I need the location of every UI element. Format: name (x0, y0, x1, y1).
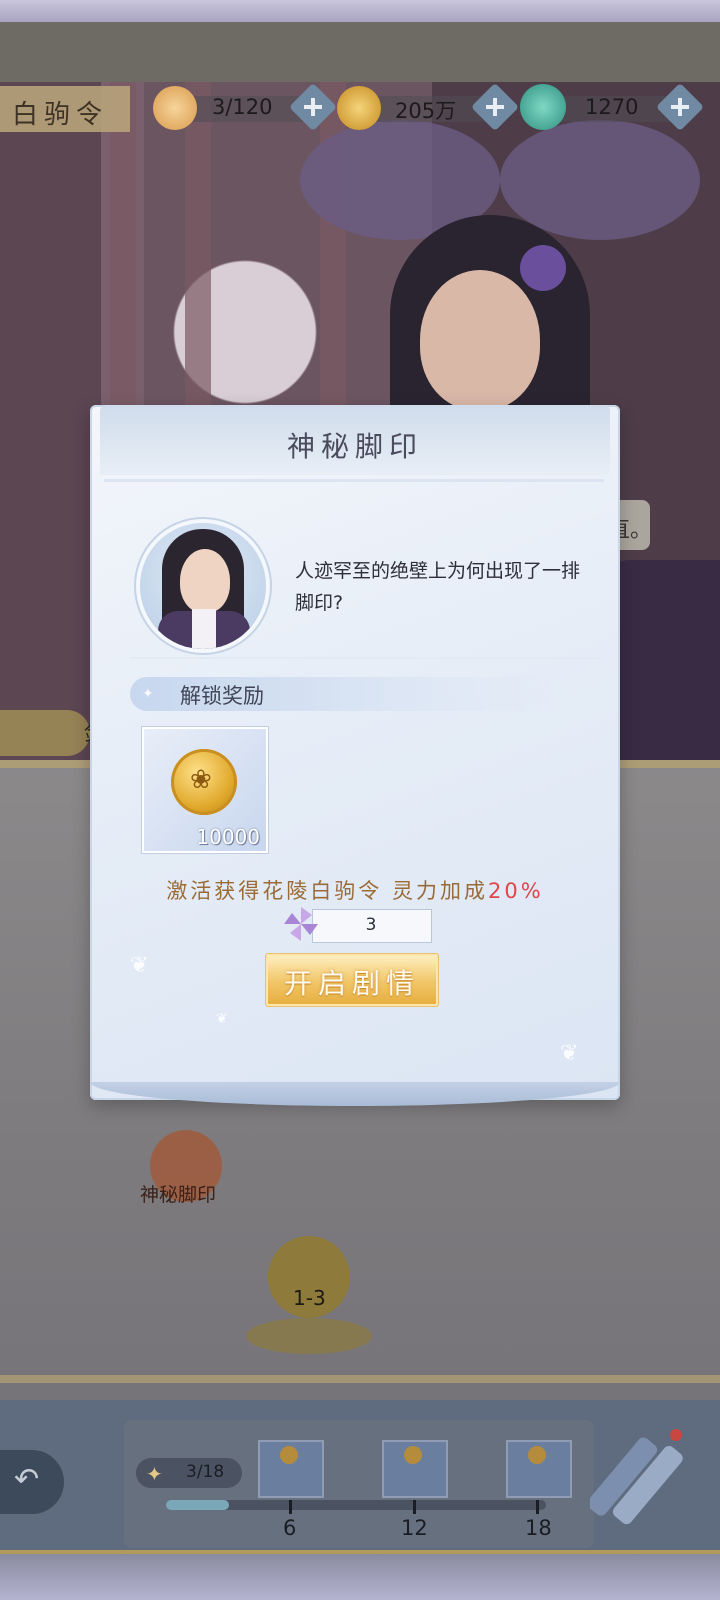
section-divider (130, 657, 600, 659)
effect-text: 激活获得花陵白驹令 灵力加成 (166, 879, 488, 903)
jade-value: 1270 (585, 95, 639, 119)
progress-count: 3/18 (186, 1462, 225, 1482)
side-badge[interactable] (0, 710, 90, 756)
start-story-label: 开启剧情 (283, 967, 420, 1000)
cat-stamina-icon (153, 86, 197, 130)
character-portrait (140, 523, 266, 649)
stamina-value: 3/120 (212, 95, 273, 119)
star-icon: ✦ (146, 1462, 163, 1486)
bottom-frame (0, 1550, 720, 1600)
butterfly-icon: ❦ (130, 953, 149, 978)
effect-percent: 20% (488, 879, 544, 903)
paw-coin-icon (337, 86, 381, 130)
butterfly-icon: ❦ (216, 1011, 228, 1027)
progress-tick (536, 1500, 539, 1514)
story-title-tag: 白驹令 (0, 86, 130, 132)
chest-lock-icon (528, 1446, 546, 1464)
reward-item[interactable]: ❀ 10000 (142, 727, 268, 853)
story-description: 人迹罕至的绝壁上为何出现了一排脚印? (295, 560, 581, 614)
sparkle-icon: ✦ (142, 686, 154, 702)
reward-quantity: 10000 (196, 825, 260, 849)
character-face (420, 270, 540, 410)
chest-lock-icon (280, 1446, 298, 1464)
stage-label: 1-3 (293, 1286, 326, 1310)
cost-value: 3 (365, 915, 377, 935)
scroll-icon[interactable] (590, 1425, 690, 1545)
coins-value: 205万 (395, 99, 457, 123)
progress-tick-label: 18 (525, 1516, 552, 1540)
start-story-button[interactable]: 开启剧情 (265, 953, 439, 1007)
jade-dragon-icon (520, 84, 566, 130)
wisteria-decoration (500, 120, 700, 240)
section-title: 解锁奖励 (180, 684, 264, 708)
portrait-face (180, 549, 230, 613)
progress-tick-label: 6 (283, 1516, 297, 1540)
chest-lock-icon (404, 1446, 422, 1464)
title-divider (104, 479, 604, 482)
divider (0, 1375, 720, 1383)
story-node-label: 神秘脚印 (140, 1184, 217, 1206)
progress-tick (289, 1500, 292, 1514)
flower-hairpin-icon (520, 245, 566, 291)
story-unlock-dialog: 神秘脚印 人迹罕至的绝壁上为何出现了一排脚印? ✦ 解锁奖励 ❀ 10000 激… (90, 405, 620, 1106)
butterfly-icon: ❦ (560, 1041, 579, 1066)
back-arrow-icon: ↶ (14, 1462, 40, 1497)
paw-coin-icon: ❀ (171, 749, 237, 815)
stage-pedestal (246, 1318, 372, 1354)
back-button[interactable]: ↶ (0, 1450, 64, 1514)
pinwheel-icon (284, 907, 318, 941)
header-band (0, 22, 720, 82)
progress-tick-label: 12 (401, 1516, 428, 1540)
progress-tick (413, 1500, 416, 1514)
activation-effect: 激活获得花陵白驹令 灵力加成20% (90, 875, 620, 905)
dialog-title: 神秘脚印 (286, 430, 423, 463)
progress-fill (166, 1500, 229, 1510)
portrait-collar (192, 609, 216, 649)
